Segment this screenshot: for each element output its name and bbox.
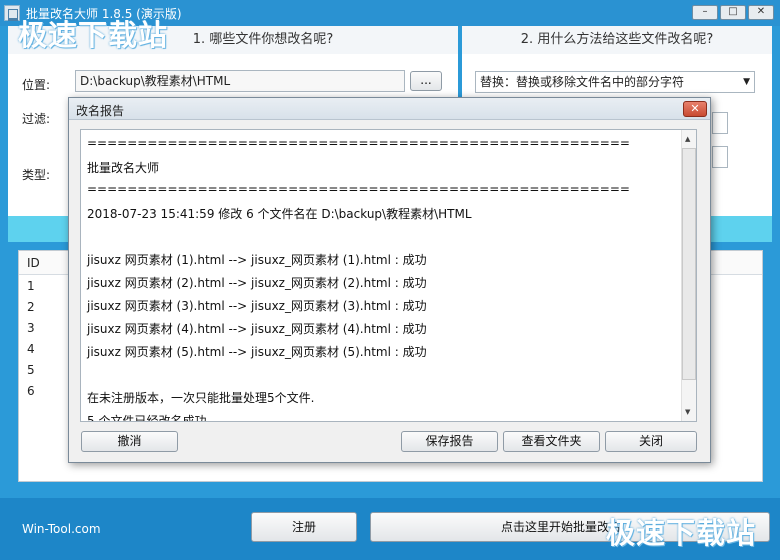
site-link[interactable]: Win-Tool.com <box>22 522 101 536</box>
table-row[interactable]: 6 <box>27 384 35 398</box>
table-row[interactable]: 2 <box>27 300 35 314</box>
location-label: 位置: <box>22 78 51 92</box>
dialog-close-button[interactable]: ✕ <box>683 101 707 117</box>
filter-label: 过滤: <box>22 112 51 126</box>
rename-report-dialog: 改名报告 ✕ =================================… <box>68 97 711 463</box>
undo-button[interactable]: 撤消 <box>81 431 178 452</box>
method-select-value: 替换：替换或移除文件名中的部分字符 <box>480 75 685 89</box>
minimize-button[interactable]: – <box>692 5 718 20</box>
log-line: jisuxz 网页素材 (4).html --> jisuxz_网页素材 (4)… <box>87 322 427 336</box>
dialog-title-bar: 改名报告 ✕ <box>69 98 710 120</box>
dialog-ok-close-button[interactable]: 关闭 <box>605 431 697 452</box>
log-line: jisuxz 网页素材 (2).html --> jisuxz_网页素材 (2)… <box>87 276 427 290</box>
id-column-header: ID <box>27 256 40 270</box>
maximize-button[interactable]: □ <box>720 5 746 20</box>
log-line: ========================================… <box>87 182 630 196</box>
table-row[interactable]: 5 <box>27 363 35 377</box>
report-log: ========================================… <box>80 129 697 422</box>
register-button[interactable]: 注册 <box>251 512 357 542</box>
method-select[interactable]: 替换：替换或移除文件名中的部分字符 ▼ <box>475 71 755 93</box>
watermark-bottom: 极速下载站 <box>606 516 757 550</box>
log-scrollbar-thumb[interactable] <box>682 148 696 380</box>
table-row[interactable]: 3 <box>27 321 35 335</box>
save-report-button[interactable]: 保存报告 <box>401 431 498 452</box>
log-line: 批量改名大师 <box>87 161 160 175</box>
watermark-top: 极速下载站 <box>18 18 169 52</box>
log-line: jisuxz 网页素材 (5).html --> jisuxz_网页素材 (5)… <box>87 345 427 359</box>
table-row[interactable]: 4 <box>27 342 35 356</box>
log-line: jisuxz 网页素材 (3).html --> jisuxz_网页素材 (3)… <box>87 299 427 313</box>
browse-button[interactable]: ... <box>410 71 442 91</box>
right-panel-heading: 2. 用什么方法给这些文件改名呢? <box>462 26 772 54</box>
scroll-up-icon[interactable]: ▲ <box>685 135 690 143</box>
option-field-2[interactable] <box>712 146 728 168</box>
type-label: 类型: <box>22 168 51 182</box>
log-line: 5 个文件已经改名成功. <box>87 414 211 422</box>
log-line: 2018-07-23 15:41:59 修改 6 个文件名在 D:\backup… <box>87 207 472 221</box>
log-line: jisuxz 网页素材 (1).html --> jisuxz_网页素材 (1)… <box>87 253 427 267</box>
close-button[interactable]: ✕ <box>748 5 774 20</box>
location-input[interactable]: D:\backup\教程素材\HTML <box>75 70 405 92</box>
log-line: ========================================… <box>87 136 630 150</box>
table-row[interactable]: 1 <box>27 279 35 293</box>
open-folder-button[interactable]: 查看文件夹 <box>503 431 600 452</box>
chevron-down-icon: ▼ <box>743 77 750 87</box>
scroll-down-icon[interactable]: ▼ <box>685 408 690 416</box>
option-field-1[interactable] <box>712 112 728 134</box>
log-line: 在未注册版本，一次只能批量处理5个文件. <box>87 391 315 405</box>
dialog-title: 改名报告 <box>76 104 125 118</box>
